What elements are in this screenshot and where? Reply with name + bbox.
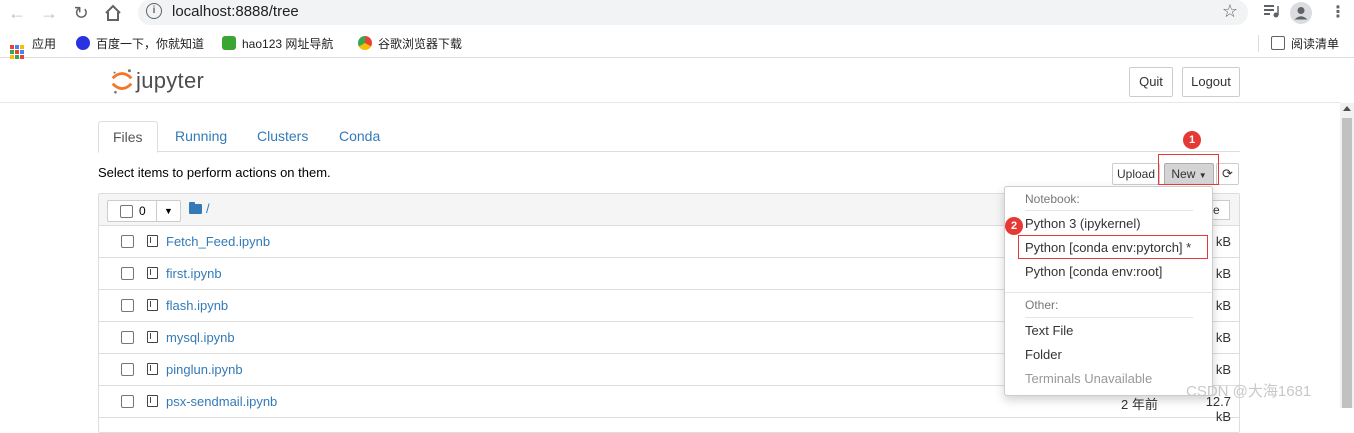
tab-running[interactable]: Running — [161, 121, 241, 152]
selected-count: 0 — [139, 204, 146, 218]
url-text: localhost:8888/tree — [172, 3, 299, 20]
menu-divider — [1005, 292, 1212, 293]
bookmark-baidu[interactable]: 百度一下，你就知道 — [76, 35, 204, 52]
file-name-link[interactable]: pinglun.ipynb — [166, 362, 243, 377]
other-section-header: Other: — [1025, 298, 1059, 312]
file-name-link[interactable]: flash.ipynb — [166, 298, 228, 313]
tab-conda[interactable]: Conda — [325, 121, 394, 152]
jupyter-logo-icon[interactable] — [110, 67, 134, 95]
annotation-badge-1: 1 — [1183, 131, 1201, 149]
bookmark-label: 谷歌浏览器下载 — [378, 37, 463, 51]
row-checkbox[interactable] — [121, 267, 134, 280]
annotation-badge-2: 2 — [1005, 217, 1023, 235]
select-message: Select items to perform actions on them. — [98, 165, 331, 180]
folder-icon — [189, 202, 202, 214]
home-icon[interactable] — [102, 2, 124, 24]
breadcrumb[interactable]: / — [189, 201, 210, 216]
row-checkbox[interactable] — [121, 331, 134, 344]
notebook-icon — [147, 331, 158, 343]
hao123-icon — [222, 36, 236, 50]
apps-grid-icon — [10, 45, 24, 59]
file-name-link[interactable]: psx-sendmail.ipynb — [166, 394, 277, 409]
bookmark-label: hao123 网址导航 — [242, 37, 334, 51]
select-all-group[interactable]: 0 ▼ — [107, 200, 181, 222]
notebook-icon — [147, 395, 158, 407]
menu-kebab-icon[interactable]: ⋮ — [1330, 2, 1346, 22]
notebook-icon — [147, 267, 158, 279]
menu-item-folder[interactable]: Folder — [1025, 347, 1062, 362]
tab-files[interactable]: Files — [98, 121, 158, 153]
tab-bar: Files Running Clusters Conda — [98, 121, 1240, 153]
browser-toolbar: ← → ↻ i localhost:8888/tree ☆ ⋮ — [0, 0, 1354, 25]
file-modified: 2 年前 — [1121, 397, 1158, 412]
file-name-link[interactable]: first.ipynb — [166, 266, 222, 281]
reading-list[interactable]: 阅读清单 — [1258, 35, 1339, 52]
row-checkbox[interactable] — [121, 363, 134, 376]
logout-button[interactable]: Logout — [1182, 67, 1240, 97]
page-scrollbar[interactable] — [1340, 103, 1354, 408]
upload-button[interactable]: Upload — [1112, 163, 1160, 185]
jupyter-header: jupyter Quit Logout — [0, 61, 1340, 103]
watermark: CSDN @大海1681 — [1186, 383, 1312, 400]
address-bar[interactable]: i localhost:8888/tree ☆ — [138, 0, 1248, 25]
notebook-icon — [147, 299, 158, 311]
info-icon[interactable]: i — [146, 3, 162, 19]
quit-button[interactable]: Quit — [1129, 67, 1173, 97]
media-icon[interactable] — [1262, 2, 1280, 25]
reading-list-label: 阅读清单 — [1291, 37, 1340, 51]
bookmark-apps[interactable]: 应用 — [10, 35, 56, 59]
refresh-icon: ⟳ — [1222, 166, 1233, 181]
forward-icon[interactable]: → — [38, 2, 60, 24]
refresh-button[interactable]: ⟳ — [1216, 163, 1239, 185]
jupyter-logo-text: jupyter — [136, 68, 205, 93]
back-icon[interactable]: ← — [6, 2, 28, 24]
menu-item-conda-root-kernel[interactable]: Python [conda env:root] — [1025, 264, 1162, 279]
row-checkbox[interactable] — [121, 299, 134, 312]
bookmark-label: 应用 — [32, 37, 57, 51]
menu-item-text-file[interactable]: Text File — [1025, 323, 1073, 338]
header-underline — [1025, 210, 1193, 211]
profile-avatar[interactable] — [1290, 2, 1312, 29]
select-dropdown-caret-icon[interactable]: ▼ — [156, 201, 180, 221]
bookmark-label: 百度一下，你就知道 — [96, 37, 205, 51]
select-all-checkbox[interactable] — [120, 205, 133, 218]
file-name-link[interactable]: Fetch_Feed.ipynb — [166, 234, 270, 249]
bookmark-hao123[interactable]: hao123 网址导航 — [222, 35, 333, 52]
chrome-icon — [358, 36, 372, 50]
reading-list-icon — [1271, 36, 1285, 50]
bookmark-chrome-download[interactable]: 谷歌浏览器下载 — [358, 35, 462, 52]
notebook-icon — [147, 363, 158, 375]
breadcrumb-root: / — [206, 201, 210, 216]
row-checkbox[interactable] — [121, 235, 134, 248]
menu-item-python3-kernel[interactable]: Python 3 (ipykernel) — [1025, 216, 1141, 231]
scrollbar-thumb[interactable] — [1342, 118, 1352, 408]
header-underline — [1025, 317, 1193, 318]
notebook-icon — [147, 235, 158, 247]
menu-item-terminals-unavailable: Terminals Unavailable — [1025, 371, 1153, 386]
highlight-pytorch-kernel — [1018, 235, 1208, 259]
reload-icon[interactable]: ↻ — [70, 2, 92, 24]
baidu-icon — [76, 36, 90, 50]
highlight-new-button — [1158, 154, 1219, 185]
bookmarks-bar: 应用 百度一下，你就知道 hao123 网址导航 谷歌浏览器下载 阅读清单 — [0, 28, 1354, 59]
new-dropdown-menu: Notebook: Python 3 (ipykernel) Python [c… — [1004, 186, 1213, 396]
bookmark-star-icon[interactable]: ☆ — [1222, 1, 1238, 22]
row-checkbox[interactable] — [121, 395, 134, 408]
scroll-up-arrow-icon[interactable] — [1343, 106, 1351, 111]
tab-clusters[interactable]: Clusters — [243, 121, 322, 152]
notebook-section-header: Notebook: — [1025, 192, 1080, 206]
file-name-link[interactable]: mysql.ipynb — [166, 330, 235, 345]
